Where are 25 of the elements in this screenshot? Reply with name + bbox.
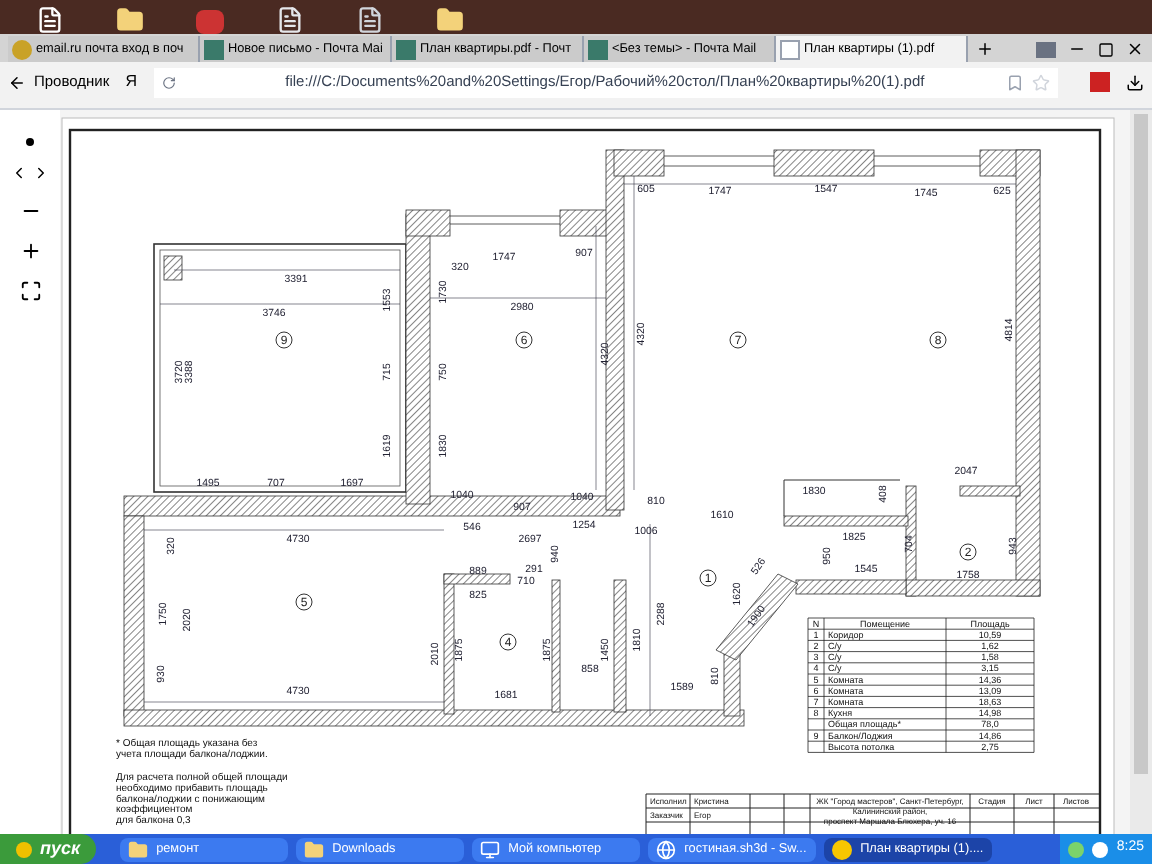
scrollbar-thumb[interactable] bbox=[1134, 114, 1148, 774]
fit-page-icon[interactable] bbox=[19, 280, 41, 302]
maximize-icon[interactable] bbox=[1098, 41, 1114, 57]
zoom-in-icon[interactable] bbox=[19, 240, 41, 262]
globe-icon bbox=[656, 839, 677, 859]
document-icon[interactable] bbox=[276, 6, 304, 34]
bookmark-icon[interactable] bbox=[1006, 73, 1024, 91]
scrollbar[interactable] bbox=[1130, 110, 1152, 834]
previous-icon[interactable] bbox=[10, 164, 28, 182]
next-icon[interactable] bbox=[32, 164, 50, 182]
page-icon bbox=[780, 39, 800, 59]
start-button[interactable]: пуск bbox=[0, 834, 97, 864]
close-icon[interactable] bbox=[1126, 40, 1144, 58]
document-icon[interactable] bbox=[356, 6, 384, 34]
download-icon[interactable] bbox=[1126, 73, 1144, 91]
folder-icon[interactable] bbox=[436, 6, 464, 34]
star-icon[interactable] bbox=[1032, 73, 1050, 91]
new-tab-icon[interactable] bbox=[976, 40, 994, 58]
folder-icon[interactable] bbox=[116, 6, 144, 34]
folder-icon bbox=[128, 839, 149, 859]
folder-icon bbox=[304, 839, 325, 859]
back-icon[interactable] bbox=[8, 73, 26, 91]
computer-icon bbox=[480, 839, 501, 859]
yandex-logo[interactable]: Я bbox=[117, 70, 146, 94]
reload-icon[interactable] bbox=[161, 75, 176, 89]
